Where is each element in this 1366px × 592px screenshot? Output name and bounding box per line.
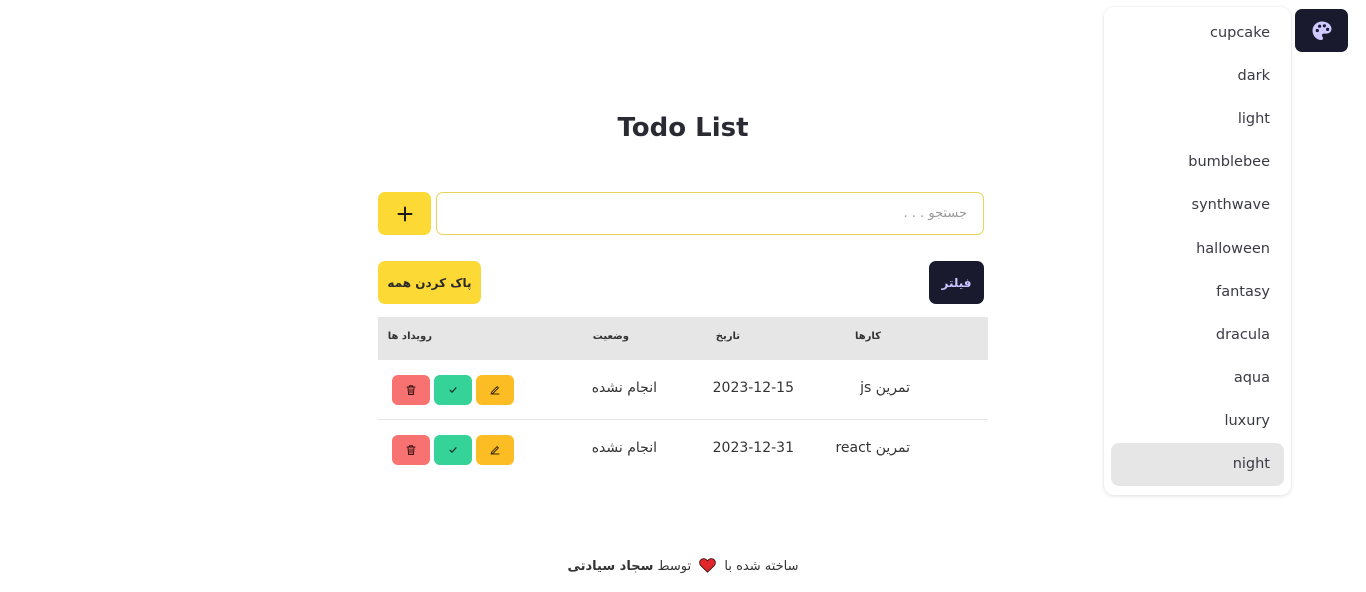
row-actions <box>392 435 514 465</box>
theme-item-luxury[interactable]: luxury <box>1111 400 1284 443</box>
status-cell: انجام نشده <box>591 440 657 456</box>
heart-icon <box>699 558 717 573</box>
theme-item-synthwave[interactable]: synthwave <box>1111 184 1284 227</box>
date-cell: 2023-12-31 <box>712 440 794 456</box>
header-status: وضعیت <box>592 331 629 342</box>
todo-table: کارها تاریخ وضعیت رویداد ها تمرین js 202… <box>378 317 988 480</box>
row-actions <box>392 375 514 405</box>
header-actions: رویداد ها <box>387 331 432 342</box>
palette-icon <box>1312 21 1331 40</box>
theme-item-dracula[interactable]: dracula <box>1111 313 1284 356</box>
delete-button[interactable] <box>392 435 430 465</box>
theme-toggle-button[interactable] <box>1295 9 1348 52</box>
pencil-icon <box>490 446 500 455</box>
mark-done-button[interactable] <box>434 375 472 405</box>
delete-button[interactable] <box>392 375 430 405</box>
theme-item-aqua[interactable]: aqua <box>1111 357 1284 400</box>
header-task: کارها <box>854 331 881 342</box>
theme-item-light[interactable]: light <box>1111 97 1284 140</box>
status-cell: انجام نشده <box>591 380 657 396</box>
table-header: کارها تاریخ وضعیت رویداد ها <box>378 317 988 360</box>
footer: ساخته شده با توسط سجاد سیادتی <box>0 558 1366 574</box>
footer-author[interactable]: سجاد سیادتی <box>567 559 653 574</box>
theme-item-night[interactable]: night <box>1111 442 1284 487</box>
plus-icon <box>397 206 412 221</box>
header-date: تاریخ <box>715 331 740 342</box>
task-cell: تمرین js <box>860 380 910 396</box>
edit-button[interactable] <box>476 375 514 405</box>
date-cell: 2023-12-15 <box>712 380 794 396</box>
table-row: تمرین react 2023-12-31 انجام نشده <box>378 420 988 480</box>
table-row: تمرین js 2023-12-15 انجام نشده <box>378 360 988 420</box>
task-cell: تمرین react <box>835 440 910 456</box>
trash-icon <box>406 385 416 395</box>
trash-icon <box>406 445 416 455</box>
footer-made-with: ساخته شده با <box>724 559 799 574</box>
theme-dropdown-menu: cupcake dark light bumblebee synthwave h… <box>1104 7 1291 495</box>
check-icon <box>449 387 457 393</box>
theme-item-fantasy[interactable]: fantasy <box>1111 270 1284 313</box>
edit-button[interactable] <box>476 435 514 465</box>
pencil-icon <box>490 386 500 395</box>
theme-item-cupcake[interactable]: cupcake <box>1111 11 1284 54</box>
check-icon <box>449 447 457 453</box>
add-todo-button[interactable] <box>378 192 431 235</box>
clear-all-button[interactable]: پاک کردن همه <box>378 261 481 304</box>
footer-by: توسط <box>657 559 692 574</box>
search-input[interactable] <box>436 192 984 235</box>
filter-button[interactable]: فیلتر <box>929 261 984 304</box>
theme-item-halloween[interactable]: halloween <box>1111 227 1284 270</box>
theme-item-dark[interactable]: dark <box>1111 54 1284 97</box>
mark-done-button[interactable] <box>434 435 472 465</box>
theme-item-bumblebee[interactable]: bumblebee <box>1111 141 1284 184</box>
